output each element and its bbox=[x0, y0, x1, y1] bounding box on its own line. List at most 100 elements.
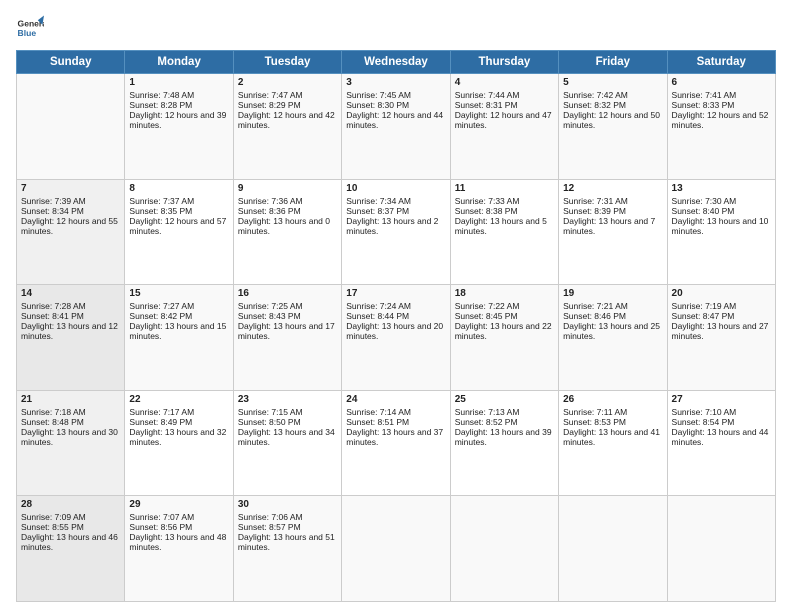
week-row-2: 14Sunrise: 7:28 AMSunset: 8:41 PMDayligh… bbox=[17, 285, 776, 391]
daylight-text: Daylight: 13 hours and 34 minutes. bbox=[238, 427, 337, 447]
sunset-text: Sunset: 8:48 PM bbox=[21, 417, 120, 427]
sunset-text: Sunset: 8:42 PM bbox=[129, 311, 228, 321]
day-cell: 20Sunrise: 7:19 AMSunset: 8:47 PMDayligh… bbox=[667, 285, 775, 391]
day-cell: 28Sunrise: 7:09 AMSunset: 8:55 PMDayligh… bbox=[17, 496, 125, 602]
sunset-text: Sunset: 8:35 PM bbox=[129, 206, 228, 216]
sunset-text: Sunset: 8:39 PM bbox=[563, 206, 662, 216]
header: General Blue bbox=[16, 14, 776, 42]
daylight-text: Daylight: 13 hours and 30 minutes. bbox=[21, 427, 120, 447]
daylight-text: Daylight: 13 hours and 17 minutes. bbox=[238, 321, 337, 341]
day-number: 28 bbox=[21, 499, 120, 510]
sunrise-text: Sunrise: 7:11 AM bbox=[563, 407, 662, 417]
daylight-text: Daylight: 13 hours and 37 minutes. bbox=[346, 427, 445, 447]
sunrise-text: Sunrise: 7:33 AM bbox=[455, 196, 554, 206]
week-row-3: 21Sunrise: 7:18 AMSunset: 8:48 PMDayligh… bbox=[17, 390, 776, 496]
sunrise-text: Sunrise: 7:41 AM bbox=[672, 90, 771, 100]
sunset-text: Sunset: 8:53 PM bbox=[563, 417, 662, 427]
sunset-text: Sunset: 8:36 PM bbox=[238, 206, 337, 216]
column-header-saturday: Saturday bbox=[667, 51, 775, 74]
day-number: 13 bbox=[672, 183, 771, 194]
week-row-1: 7Sunrise: 7:39 AMSunset: 8:34 PMDaylight… bbox=[17, 179, 776, 285]
day-number: 8 bbox=[129, 183, 228, 194]
sunrise-text: Sunrise: 7:19 AM bbox=[672, 301, 771, 311]
day-number: 24 bbox=[346, 394, 445, 405]
sunrise-text: Sunrise: 7:31 AM bbox=[563, 196, 662, 206]
day-cell: 10Sunrise: 7:34 AMSunset: 8:37 PMDayligh… bbox=[342, 179, 450, 285]
sunrise-text: Sunrise: 7:42 AM bbox=[563, 90, 662, 100]
daylight-text: Daylight: 12 hours and 44 minutes. bbox=[346, 110, 445, 130]
day-cell: 27Sunrise: 7:10 AMSunset: 8:54 PMDayligh… bbox=[667, 390, 775, 496]
sunrise-text: Sunrise: 7:07 AM bbox=[129, 512, 228, 522]
daylight-text: Daylight: 12 hours and 39 minutes. bbox=[129, 110, 228, 130]
day-number: 12 bbox=[563, 183, 662, 194]
daylight-text: Daylight: 13 hours and 46 minutes. bbox=[21, 532, 120, 552]
day-number: 21 bbox=[21, 394, 120, 405]
header-row: SundayMondayTuesdayWednesdayThursdayFrid… bbox=[17, 51, 776, 74]
sunset-text: Sunset: 8:47 PM bbox=[672, 311, 771, 321]
day-number: 14 bbox=[21, 288, 120, 299]
day-number: 19 bbox=[563, 288, 662, 299]
week-row-4: 28Sunrise: 7:09 AMSunset: 8:55 PMDayligh… bbox=[17, 496, 776, 602]
logo-icon: General Blue bbox=[16, 14, 44, 42]
daylight-text: Daylight: 13 hours and 12 minutes. bbox=[21, 321, 120, 341]
day-number: 15 bbox=[129, 288, 228, 299]
column-header-sunday: Sunday bbox=[17, 51, 125, 74]
sunset-text: Sunset: 8:54 PM bbox=[672, 417, 771, 427]
daylight-text: Daylight: 12 hours and 52 minutes. bbox=[672, 110, 771, 130]
day-number: 23 bbox=[238, 394, 337, 405]
sunrise-text: Sunrise: 7:48 AM bbox=[129, 90, 228, 100]
day-cell: 2Sunrise: 7:47 AMSunset: 8:29 PMDaylight… bbox=[233, 74, 341, 180]
day-cell bbox=[559, 496, 667, 602]
daylight-text: Daylight: 12 hours and 47 minutes. bbox=[455, 110, 554, 130]
day-cell: 1 Sunrise: 7:48 AMSunset: 8:28 PMDaylight… bbox=[125, 74, 233, 180]
logo: General Blue bbox=[16, 14, 44, 42]
day-number: 29 bbox=[129, 499, 228, 510]
sunset-text: Sunset: 8:31 PM bbox=[455, 100, 554, 110]
sunrise-text: Sunrise: 7:34 AM bbox=[346, 196, 445, 206]
sunrise-text: Sunrise: 7:21 AM bbox=[563, 301, 662, 311]
sunset-text: Sunset: 8:45 PM bbox=[455, 311, 554, 321]
day-cell: 19Sunrise: 7:21 AMSunset: 8:46 PMDayligh… bbox=[559, 285, 667, 391]
daylight-text: Daylight: 13 hours and 20 minutes. bbox=[346, 321, 445, 341]
day-cell: 16Sunrise: 7:25 AMSunset: 8:43 PMDayligh… bbox=[233, 285, 341, 391]
daylight-text: Daylight: 13 hours and 39 minutes. bbox=[455, 427, 554, 447]
day-number: 25 bbox=[455, 394, 554, 405]
day-cell: 6Sunrise: 7:41 AMSunset: 8:33 PMDaylight… bbox=[667, 74, 775, 180]
daylight-text: Daylight: 13 hours and 15 minutes. bbox=[129, 321, 228, 341]
svg-text:Blue: Blue bbox=[18, 28, 37, 38]
day-cell: 12 Sunrise: 7:31 AMSunset: 8:39 PMDayligh… bbox=[559, 179, 667, 285]
sunset-text: Sunset: 8:43 PM bbox=[238, 311, 337, 321]
sunrise-text: Sunrise: 7:37 AM bbox=[129, 196, 228, 206]
day-cell: 30Sunrise: 7:06 AMSunset: 8:57 PMDayligh… bbox=[233, 496, 341, 602]
day-number: 4 bbox=[455, 77, 554, 88]
daylight-text: Daylight: 13 hours and 22 minutes. bbox=[455, 321, 554, 341]
calendar-table: SundayMondayTuesdayWednesdayThursdayFrid… bbox=[16, 50, 776, 602]
day-number: 7 bbox=[21, 183, 120, 194]
day-number: 9 bbox=[238, 183, 337, 194]
sunset-text: Sunset: 8:41 PM bbox=[21, 311, 120, 321]
day-number: 1 bbox=[129, 77, 228, 88]
day-number: 27 bbox=[672, 394, 771, 405]
day-number: 26 bbox=[563, 394, 662, 405]
sunset-text: Sunset: 8:30 PM bbox=[346, 100, 445, 110]
daylight-text: Daylight: 13 hours and 32 minutes. bbox=[129, 427, 228, 447]
daylight-text: Daylight: 13 hours and 10 minutes. bbox=[672, 216, 771, 236]
daylight-text: Daylight: 13 hours and 48 minutes. bbox=[129, 532, 228, 552]
sunset-text: Sunset: 8:40 PM bbox=[672, 206, 771, 216]
day-number: 17 bbox=[346, 288, 445, 299]
sunset-text: Sunset: 8:29 PM bbox=[238, 100, 337, 110]
daylight-text: Daylight: 12 hours and 57 minutes. bbox=[129, 216, 228, 236]
daylight-text: Daylight: 13 hours and 7 minutes. bbox=[563, 216, 662, 236]
daylight-text: Daylight: 13 hours and 27 minutes. bbox=[672, 321, 771, 341]
day-cell bbox=[450, 496, 558, 602]
sunset-text: Sunset: 8:51 PM bbox=[346, 417, 445, 427]
sunset-text: Sunset: 8:55 PM bbox=[21, 522, 120, 532]
sunrise-text: Sunrise: 7:15 AM bbox=[238, 407, 337, 417]
daylight-text: Daylight: 13 hours and 44 minutes. bbox=[672, 427, 771, 447]
sunrise-text: Sunrise: 7:25 AM bbox=[238, 301, 337, 311]
day-number: 6 bbox=[672, 77, 771, 88]
sunset-text: Sunset: 8:28 PM bbox=[129, 100, 228, 110]
day-cell: 26Sunrise: 7:11 AMSunset: 8:53 PMDayligh… bbox=[559, 390, 667, 496]
sunset-text: Sunset: 8:37 PM bbox=[346, 206, 445, 216]
sunrise-text: Sunrise: 7:45 AM bbox=[346, 90, 445, 100]
